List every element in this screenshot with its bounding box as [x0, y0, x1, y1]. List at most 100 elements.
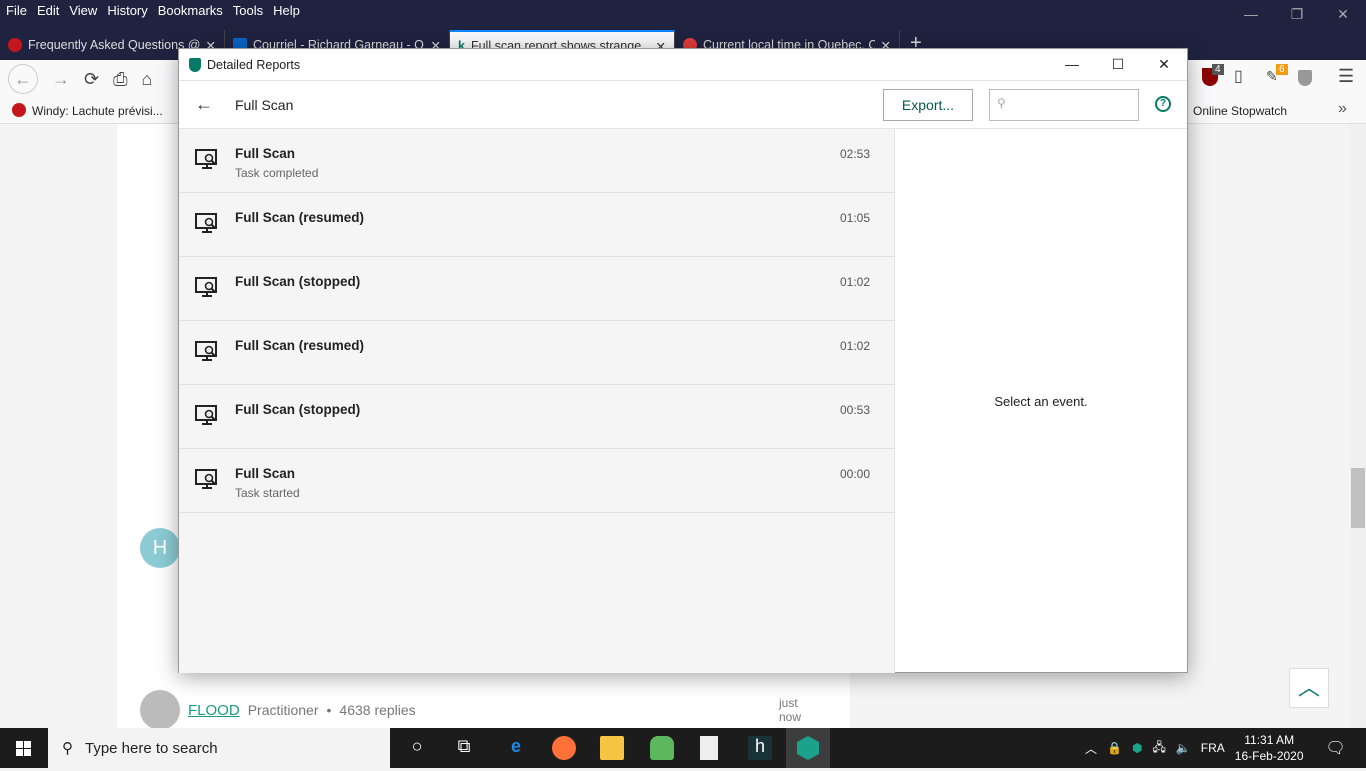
tab-title: Frequently Asked Questions @ — [28, 38, 200, 52]
event-row[interactable]: Full Scan Task started 00:00 — [179, 449, 894, 513]
extension-badge: 6 — [1276, 64, 1288, 75]
scan-monitor-icon — [195, 277, 217, 297]
scan-monitor-icon — [195, 213, 217, 233]
event-subtitle: Task started — [235, 486, 300, 500]
home-icon[interactable]: ⌂ — [142, 69, 153, 90]
start-button[interactable] — [0, 728, 48, 768]
task-view-icon[interactable]: ⧉ — [452, 736, 476, 760]
shield-icon[interactable] — [1298, 70, 1312, 86]
menu-tools[interactable]: Tools — [233, 3, 263, 27]
event-time: 01:02 — [839, 339, 870, 353]
firefox-icon[interactable] — [552, 736, 576, 760]
menu-bookmarks[interactable]: Bookmarks — [158, 3, 223, 27]
clock-time: 11:31 AM — [1244, 733, 1295, 747]
event-row[interactable]: Full Scan (stopped) 01:02 — [179, 257, 894, 321]
language-indicator[interactable]: FRA — [1201, 741, 1225, 755]
event-title: Full Scan — [235, 466, 296, 481]
taskbar-search[interactable]: ⚲ Type here to search — [48, 728, 390, 768]
event-title: Full Scan (stopped) — [235, 402, 361, 417]
more-bookmarks-icon[interactable]: » — [1338, 100, 1347, 118]
page-scrollbar[interactable] — [1350, 124, 1366, 728]
menu-help[interactable]: Help — [273, 3, 300, 27]
search-icon: ⚲ — [997, 96, 1006, 110]
post-time: just now — [779, 696, 802, 724]
bookmark-stopwatch[interactable]: Online Stopwatch — [1193, 104, 1287, 118]
close-icon[interactable]: ✕ — [1141, 49, 1187, 79]
show-hidden-icons[interactable]: ︿ — [1085, 740, 1097, 757]
menu-edit[interactable]: Edit — [37, 3, 59, 27]
minimize-icon[interactable]: — — [1049, 49, 1095, 79]
taskbar: ⚲ Type here to search ○ ⧉ e h ︿ 🔒 ⬢ 🖧 🔈 … — [0, 728, 1366, 768]
scroll-to-top-button[interactable]: ︿ — [1289, 668, 1329, 708]
hamburger-menu-icon[interactable]: ☰ — [1338, 66, 1354, 87]
network-icon[interactable]: 🖧 — [1152, 738, 1165, 759]
notifications-icon[interactable]: 🗨 — [1326, 738, 1346, 758]
bookmark-windy[interactable]: Windy: Lachute prévisi... — [32, 104, 163, 118]
volume-icon[interactable]: 🔈 — [1176, 741, 1191, 755]
kaspersky-tray-icon[interactable]: ⬢ — [1132, 741, 1142, 755]
event-row[interactable]: Full Scan (resumed) 01:05 — [179, 193, 894, 257]
close-icon[interactable]: ✕ — [1320, 0, 1366, 23]
avatar — [140, 690, 180, 730]
empty-detail-text: Select an event. — [994, 393, 1088, 409]
menu-file[interactable]: File — [6, 3, 27, 27]
clock[interactable]: 11:31 AM 16-Feb-2020 — [1235, 732, 1304, 764]
scrollbar-thumb[interactable] — [1351, 468, 1365, 528]
windows-icon — [16, 741, 31, 756]
cortana-icon[interactable]: ○ — [405, 736, 429, 760]
ublock-badge: 4 — [1212, 64, 1224, 75]
scan-monitor-icon — [195, 341, 217, 361]
post-rank: Practitioner — [247, 702, 319, 718]
report-header: ← Full Scan Export... ⚲ ? — [179, 81, 1187, 129]
event-title: Full Scan (resumed) — [235, 338, 365, 353]
file-explorer-icon[interactable] — [600, 736, 624, 760]
menu-view[interactable]: View — [69, 3, 97, 27]
event-title: Full Scan (resumed) — [235, 210, 365, 225]
detailed-reports-window: Detailed Reports — ☐ ✕ ← Full Scan Expor… — [178, 48, 1188, 673]
post-header: FLOOD Practitioner • 4638 replies just n… — [140, 690, 801, 730]
system-tray: ︿ 🔒 ⬢ 🖧 🔈 FRA 11:31 AM 16-Feb-2020 🗨 — [1085, 728, 1346, 768]
calculator-icon[interactable] — [700, 736, 718, 760]
private-internet-access-icon[interactable] — [650, 736, 674, 760]
scan-monitor-icon — [195, 469, 217, 489]
vpn-lock-icon[interactable]: 🔒 — [1107, 741, 1122, 755]
minimize-icon[interactable]: — — [1228, 0, 1274, 23]
edge-icon[interactable]: e — [504, 736, 528, 760]
event-list: Full Scan Task completed 02:53 Full Scan… — [179, 129, 895, 673]
window-title: Detailed Reports — [207, 57, 301, 72]
search-input[interactable] — [989, 89, 1139, 121]
back-arrow-icon[interactable]: ← — [179, 94, 229, 115]
event-time: 02:53 — [839, 147, 870, 161]
report-title: Full Scan — [235, 96, 294, 113]
event-time: 00:00 — [839, 467, 870, 481]
kaspersky-taskbar-button[interactable] — [786, 728, 830, 768]
separator-dot: • — [326, 702, 332, 718]
post-replies: 4638 replies — [339, 702, 416, 718]
export-button[interactable]: Export... — [883, 89, 973, 121]
event-detail-pane: Select an event. — [895, 129, 1187, 673]
tab-favicon-icon — [8, 38, 22, 52]
event-title: Full Scan — [235, 146, 296, 161]
menu-bar: File Edit View History Bookmarks Tools H… — [0, 0, 1366, 30]
event-subtitle: Task completed — [235, 166, 319, 180]
event-time: 01:02 — [839, 275, 870, 289]
clock-date: 16-Feb-2020 — [1234, 749, 1304, 763]
reload-icon[interactable]: ⟳ — [84, 69, 99, 90]
back-icon[interactable]: ← — [8, 64, 38, 94]
reader-view-icon[interactable]: ▯ — [1234, 66, 1243, 86]
windy-icon — [12, 103, 26, 117]
restore-icon[interactable]: ❐ — [1274, 0, 1320, 23]
forward-icon[interactable]: → — [52, 69, 70, 90]
maximize-icon[interactable]: ☐ — [1095, 49, 1141, 79]
event-row[interactable]: Full Scan (stopped) 00:53 — [179, 385, 894, 449]
event-row[interactable]: Full Scan Task completed 02:53 — [179, 129, 894, 193]
event-row[interactable]: Full Scan (resumed) 01:02 — [179, 321, 894, 385]
print-icon[interactable]: ⎙ — [113, 69, 127, 90]
menu-history[interactable]: History — [107, 3, 147, 27]
help-icon[interactable]: ? — [1155, 96, 1171, 112]
event-time: 01:05 — [839, 211, 870, 225]
window-titlebar: Detailed Reports — ☐ ✕ — [179, 49, 1187, 81]
post-user-link[interactable]: FLOOD — [188, 702, 240, 719]
kaspersky-icon — [797, 736, 819, 760]
app-icon[interactable]: h — [748, 736, 772, 760]
